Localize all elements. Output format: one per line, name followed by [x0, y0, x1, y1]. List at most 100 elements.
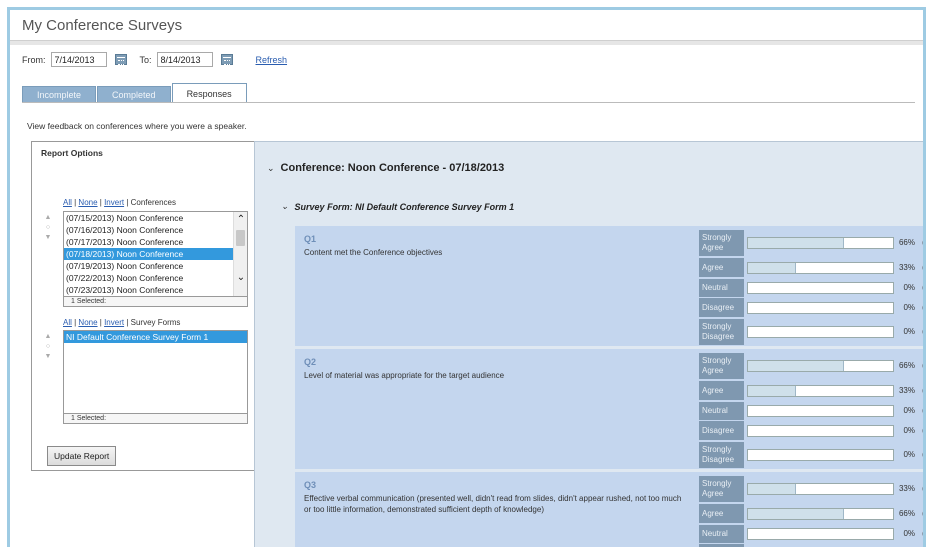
response-label: Agree	[699, 258, 744, 277]
question-number: Q2	[304, 357, 317, 367]
response-count: (2)	[922, 238, 925, 247]
tab-responses[interactable]: Responses	[171, 83, 247, 103]
response-count: (1)	[922, 484, 925, 493]
response-row: Strongly Disagree 0% (0)	[699, 319, 923, 345]
conference-title: Conference: Noon Conference - 07/18/2013	[280, 162, 505, 174]
response-bar	[747, 360, 894, 372]
invert-conferences-link[interactable]: Invert	[104, 198, 124, 207]
response-bar-fill	[748, 361, 844, 371]
response-row: Neutral 0% (0)	[699, 402, 925, 420]
tab-incomplete[interactable]: Incomplete	[22, 86, 97, 103]
conference-list-item[interactable]: (07/23/2013) Noon Conference	[64, 284, 247, 296]
move-up-icon[interactable]: ▲	[45, 214, 52, 222]
survey-form-selection-links: All | None | Invert | Survey Forms	[63, 318, 181, 327]
move-up-icon[interactable]: ▲	[45, 333, 52, 341]
select-none-forms-link[interactable]: None	[78, 318, 97, 327]
response-count: (0)	[922, 529, 925, 538]
results-panel: ⌄ Conference: Noon Conference - 07/18/20…	[254, 141, 925, 547]
response-count: (0)	[922, 303, 925, 312]
response-percent: 66%	[898, 509, 915, 518]
conference-list-item[interactable]: (07/22/2013) Noon Conference	[64, 272, 247, 284]
question-info: Q1 Content met the Conference objectives	[295, 226, 699, 346]
response-bar-fill	[748, 238, 844, 248]
select-all-forms-link[interactable]: All	[63, 318, 72, 327]
conference-listbox[interactable]: (07/15/2013) Noon Conference (07/16/2013)…	[63, 211, 248, 297]
response-count: (2)	[922, 361, 925, 370]
question-text: Content met the Conference objectives	[304, 248, 443, 257]
question-info: Q3 Effective verbal communication (presen…	[295, 472, 699, 547]
date-filter: From: To: Refresh	[22, 52, 287, 67]
response-bar	[747, 405, 894, 417]
response-row: Strongly Agree 66% (2)	[699, 230, 925, 256]
response-bar-fill	[748, 484, 796, 494]
move-down-icon[interactable]: ▼	[45, 234, 52, 242]
response-percent: 0%	[903, 327, 915, 336]
response-percent: 0%	[903, 406, 915, 415]
invert-forms-link[interactable]: Invert	[104, 318, 124, 327]
page-title: My Conference Surveys	[22, 17, 183, 34]
conference-selected-count: 1 Selected:	[63, 297, 248, 307]
conference-list-item[interactable]: (07/18/2013) Noon Conference	[64, 248, 247, 260]
response-bar	[747, 282, 894, 294]
response-percent: 33%	[898, 263, 915, 272]
response-bar-fill	[748, 509, 844, 519]
response-row: Strongly Disagree 0% (0)	[699, 442, 923, 468]
response-bar	[747, 237, 894, 249]
calendar-icon[interactable]	[220, 54, 233, 65]
response-label: Neutral	[699, 279, 744, 297]
scroll-up-icon[interactable]: ⌃	[235, 214, 247, 226]
response-percent: 0%	[903, 303, 915, 312]
survey-form-header[interactable]: ⌄ Survey Form: NI Default Conference Sur…	[281, 201, 514, 212]
response-label: Strongly Agree	[699, 476, 744, 502]
page-description: View feedback on conferences where you w…	[27, 121, 247, 131]
select-none-conferences-link[interactable]: None	[78, 198, 97, 207]
from-date-input[interactable]	[50, 52, 107, 67]
from-label: From:	[22, 54, 46, 65]
conference-list-item[interactable]: (07/17/2013) Noon Conference	[64, 236, 247, 248]
circle-icon: ○	[45, 224, 51, 231]
response-count: (0)	[922, 426, 925, 435]
response-label: Disagree	[699, 298, 744, 317]
response-row: Agree 33% (1)	[699, 381, 925, 400]
conference-list-item[interactable]: (07/16/2013) Noon Conference	[64, 224, 247, 236]
tab-completed[interactable]: Completed	[97, 86, 171, 103]
select-all-conferences-link[interactable]: All	[63, 198, 72, 207]
response-label: Strongly Agree	[699, 353, 744, 379]
conference-header[interactable]: ⌄ Conference: Noon Conference - 07/18/20…	[267, 162, 504, 174]
chevron-down-icon[interactable]: ⌄	[267, 163, 275, 174]
response-percent: 66%	[898, 361, 915, 370]
scrollbar-thumb[interactable]	[236, 230, 245, 246]
survey-form-list-item[interactable]: NI Default Conference Survey Form 1	[64, 331, 247, 343]
response-label: Neutral	[699, 525, 744, 543]
refresh-link[interactable]: Refresh	[256, 55, 288, 65]
tab-bar: Incomplete Completed Responses	[22, 83, 248, 103]
conference-list-scrollbar[interactable]: ⌃ ⌄	[233, 212, 247, 296]
response-label: Agree	[699, 381, 744, 400]
conference-selection-links: All | None | Invert | Conferences	[63, 198, 176, 207]
to-date-input[interactable]	[156, 52, 213, 67]
question-info: Q2 Level of material was appropriate for …	[295, 349, 699, 469]
form-selected-count: 1 Selected:	[63, 414, 248, 424]
move-down-icon[interactable]: ▼	[45, 353, 52, 361]
update-report-button[interactable]: Update Report	[47, 446, 117, 466]
response-row: Disagree 0% (0)	[699, 298, 925, 317]
response-label: Strongly Disagree	[699, 442, 744, 468]
response-bar	[747, 483, 894, 495]
response-label: Neutral	[699, 402, 744, 420]
response-breakdown: Strongly Agree 66% (2) Agree 33% (1) Neutral 0%…	[699, 226, 925, 346]
response-count: (1)	[922, 386, 925, 395]
conference-list-item[interactable]: (07/15/2013) Noon Conference	[64, 212, 247, 224]
question-block: Q1 Content met the Conference objectives S…	[295, 226, 925, 346]
response-percent: 0%	[903, 283, 915, 292]
response-breakdown: Strongly Agree 66% (2) Agree 33% (1) Neutral 0%…	[699, 349, 925, 469]
response-count: (0)	[922, 406, 925, 415]
conference-list-item[interactable]: (07/19/2013) Noon Conference	[64, 260, 247, 272]
calendar-icon[interactable]	[114, 54, 127, 65]
survey-form-listbox[interactable]: NI Default Conference Survey Form 1	[63, 330, 248, 414]
chevron-down-icon[interactable]: ⌄	[281, 201, 289, 212]
response-bar	[747, 425, 894, 437]
scroll-down-icon[interactable]: ⌄	[235, 272, 247, 284]
question-block: Q2 Level of material was appropriate for …	[295, 349, 925, 469]
response-row: Neutral 0% (0)	[699, 279, 923, 297]
title-divider	[10, 40, 923, 45]
